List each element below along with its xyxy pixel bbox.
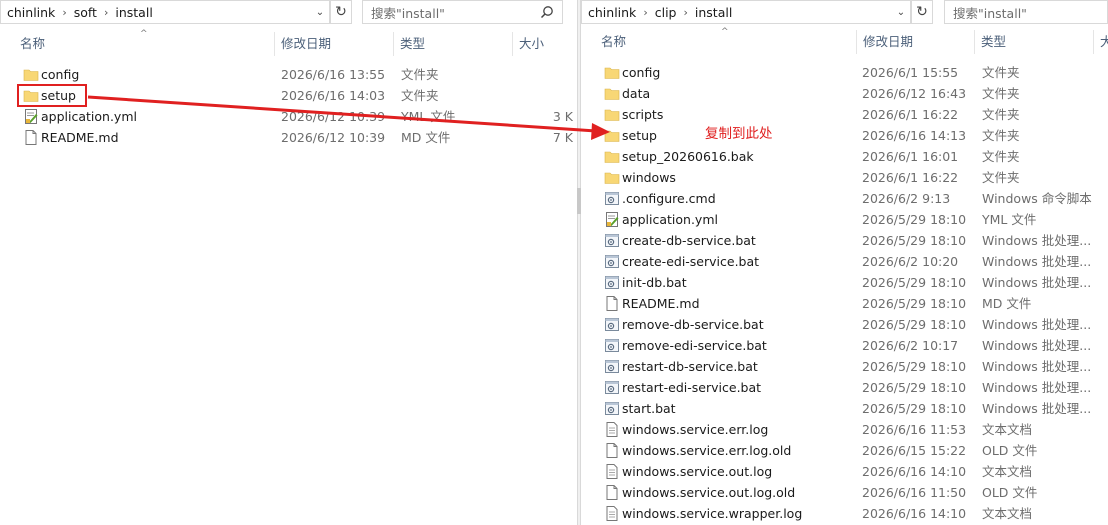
copy-arrow-icon bbox=[87, 95, 610, 140]
callout-label: 复制到此处 bbox=[705, 126, 773, 142]
